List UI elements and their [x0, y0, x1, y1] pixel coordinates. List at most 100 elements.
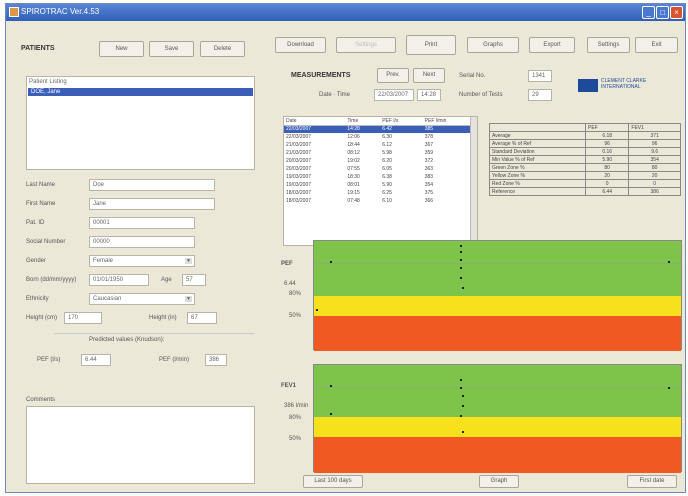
table-row[interactable]: 20/03/2007 19:02 6.20 372 [284, 157, 477, 165]
pef-chart-title: PEF [281, 261, 293, 267]
gender-select[interactable]: Female ▼ [89, 255, 195, 267]
toolbar-settings-disabled-button[interactable]: Settings [336, 37, 396, 53]
table-row[interactable]: 19/03/2007 18:30 6.38 383 [284, 173, 477, 181]
table-cell: 5.98 [382, 150, 392, 156]
table-row[interactable]: 19/03/2007 08:01 5.90 354 [284, 181, 477, 189]
minimize-button[interactable]: _ [642, 6, 655, 19]
download-button[interactable]: Download [275, 37, 326, 53]
first-date-button[interactable]: First date [627, 475, 677, 488]
new-patient-button[interactable]: New [99, 41, 144, 57]
table-row[interactable]: 20/03/2007 07:55 6.05 363 [284, 165, 477, 173]
table-cell: 20/03/2007 [286, 158, 312, 164]
serial-field: 1341 [528, 70, 552, 82]
measurement-point [462, 405, 464, 407]
maximize-button[interactable]: □ [656, 6, 669, 19]
patient-list[interactable]: Patient Listing DOE, Jane [26, 76, 255, 170]
born-label: Born (dd/mm/yyyy) [26, 277, 77, 283]
measurement-point [462, 395, 464, 397]
prev-button[interactable]: Prev. [377, 68, 409, 83]
height-cm-field[interactable]: 170 [64, 312, 102, 324]
ethnicity-value: Caucasian [93, 296, 122, 302]
column-header[interactable]: Time [345, 117, 381, 126]
logo-text: CLEMENT CLARKE INTERNATIONAL [601, 78, 646, 90]
pef-ls-field: 6.44 [81, 354, 111, 366]
green-zone [314, 365, 681, 417]
app-icon [9, 7, 19, 17]
pef-lmin-field: 386 [205, 354, 227, 366]
age-label: Age [161, 277, 172, 283]
table-row[interactable]: 18/03/2007 07:48 6.10 366 [284, 197, 477, 205]
column-header[interactable]: PEF l/s [380, 117, 423, 126]
export-button[interactable]: Export [529, 37, 575, 53]
first-name-field[interactable]: Jane [89, 198, 215, 210]
stats-cell: 354 [628, 155, 681, 164]
pef-chart-80-label: 80% [289, 291, 302, 297]
table-cell: 20/03/2007 [286, 166, 312, 172]
ethnicity-select[interactable]: Caucasian ▼ [89, 293, 195, 305]
exit-button[interactable]: Exit [635, 37, 678, 53]
table-cell: 372 [424, 158, 434, 164]
settings-button[interactable]: Settings [587, 37, 630, 53]
date-field: 22/03/2007 [374, 89, 414, 101]
comments-label: Comments [26, 397, 56, 403]
measurement-point [668, 387, 670, 389]
chevron-down-icon[interactable]: ▼ [185, 258, 192, 264]
social-number-field[interactable]: 00000 [89, 236, 195, 248]
measurement-point [460, 415, 462, 417]
table-cell: 19:02 [347, 158, 360, 164]
table-cell: 359 [424, 150, 434, 156]
tests-count-label: Number of Tests [459, 92, 503, 98]
predicted-divider [54, 333, 254, 334]
measurements-scrollbar[interactable] [470, 117, 477, 245]
stats-cell: 5.90 [584, 155, 630, 164]
table-cell: 21/03/2007 [286, 142, 312, 148]
last-name-field[interactable]: Doe [89, 179, 215, 191]
patient-list-title: Patient Listing [29, 79, 67, 85]
table-row[interactable]: 22/03/2007 12:06 6.30 378 [284, 133, 477, 141]
save-patient-button[interactable]: Save [149, 41, 194, 57]
graph-button[interactable]: Graph [479, 475, 519, 488]
stats-cell: Green Zone % [489, 163, 586, 172]
tests-count-field: 29 [528, 89, 552, 101]
table-row[interactable]: 18/03/2007 19:15 6.25 375 [284, 189, 477, 197]
last-days-button[interactable]: Last 100 days [303, 475, 363, 488]
table-row[interactable]: 21/03/2007 18:44 6.12 367 [284, 141, 477, 149]
table-row[interactable]: 21/03/2007 08:12 5.98 359 [284, 149, 477, 157]
chevron-down-icon[interactable]: ▼ [185, 296, 192, 302]
stats-cell: Reference [489, 187, 586, 196]
graphs-button[interactable]: Graphs [467, 37, 519, 53]
stats-cell: Standard Deviation [489, 147, 586, 156]
serial-label: Serial No. [459, 73, 486, 79]
patient-id-field[interactable]: 00001 [89, 217, 195, 229]
pef-zone-chart [313, 240, 682, 351]
stats-row: Reference 6.44 386 [489, 187, 681, 196]
last-name-label: Last Name [26, 182, 56, 188]
print-button[interactable]: Print [406, 35, 456, 55]
stats-cell: 80 [628, 163, 681, 172]
born-field[interactable]: 01/01/1950 [89, 274, 149, 286]
table-cell: 07:48 [347, 198, 360, 204]
measurements-table[interactable]: Date Time PEF l/s PEF l/min 22/03/2007 14… [283, 116, 478, 246]
table-cell: 6.38 [382, 174, 392, 180]
column-header[interactable]: Date [284, 117, 346, 126]
comments-textarea[interactable] [26, 406, 255, 484]
measurement-point [330, 261, 332, 263]
table-cell: 18:44 [347, 142, 360, 148]
table-cell: 5.90 [382, 182, 392, 188]
table-cell: 14:28 [345, 125, 381, 133]
column-header[interactable]: PEF l/min [422, 117, 477, 126]
stats-cell: Average [489, 131, 586, 140]
delete-patient-button[interactable]: Delete [200, 41, 245, 57]
table-row[interactable]: 22/03/2007 14:28 6.42 385 [284, 125, 477, 133]
stats-cell: 9.6 [628, 147, 681, 156]
table-cell: 366 [424, 198, 434, 204]
table-cell: 354 [424, 182, 434, 188]
height-in-field[interactable]: 67 [187, 312, 217, 324]
stats-cell: Red Zone % [489, 179, 586, 188]
next-button[interactable]: Next [413, 68, 445, 83]
patient-list-item-selected[interactable]: DOE, Jane [28, 88, 253, 96]
measurement-point [462, 431, 464, 433]
age-field[interactable]: 57 [182, 274, 206, 286]
table-cell: 21/03/2007 [286, 150, 312, 156]
close-button[interactable]: × [670, 6, 683, 19]
